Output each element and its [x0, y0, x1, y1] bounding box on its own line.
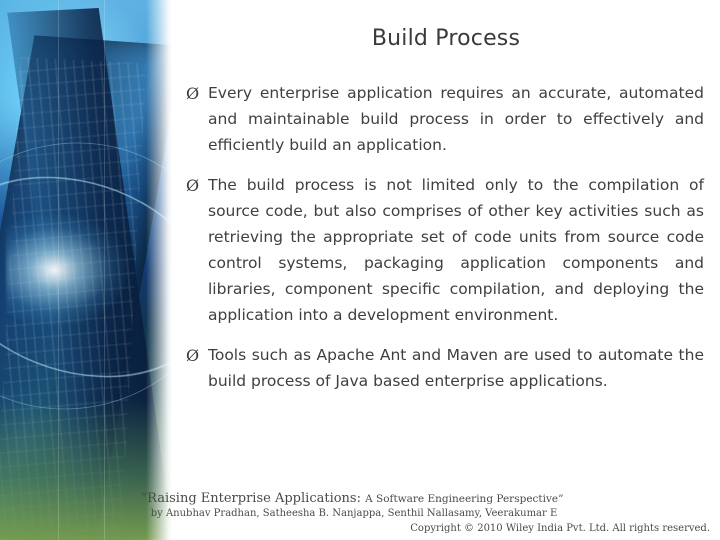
list-item-text: The build process is not limited only to…	[208, 176, 704, 324]
footer-book-title: “Raising Enterprise Applications: A Soft…	[0, 491, 714, 506]
art-vertical-line-1	[58, 0, 59, 540]
list-item-text: Every enterprise application requires an…	[208, 84, 704, 154]
art-right-fade	[146, 0, 172, 540]
page-title: Build Process	[371, 26, 521, 51]
list-item: Ø Every enterprise application requires …	[186, 80, 704, 158]
list-item: Ø Tools such as Apache Ant and Maven are…	[186, 342, 704, 394]
bullet-list: Ø Every enterprise application requires …	[186, 80, 704, 408]
bullet-marker-icon: Ø	[186, 84, 200, 103]
slide-footer: “Raising Enterprise Applications: A Soft…	[0, 491, 720, 536]
slide: Build Process Ø Every enterprise applica…	[0, 0, 720, 540]
footer-book-title-main: “Raising Enterprise Applications:	[140, 491, 361, 506]
art-light-glow	[6, 215, 126, 325]
footer-book-title-sub: A Software Engineering Perspective”	[365, 493, 564, 505]
decorative-building-image	[0, 0, 172, 540]
bullet-marker-icon: Ø	[186, 346, 200, 365]
art-vertical-line-2	[104, 0, 105, 540]
list-item: Ø The build process is not limited only …	[186, 172, 704, 328]
footer-copyright: Copyright © 2010 Wiley India Pvt. Ltd. A…	[410, 523, 710, 534]
slide-content: Build Process Ø Every enterprise applica…	[172, 0, 720, 540]
list-item-text: Tools such as Apache Ant and Maven are u…	[208, 346, 704, 390]
footer-authors: by Anubhav Pradhan, Satheesha B. Nanjapp…	[150, 508, 558, 519]
bullet-marker-icon: Ø	[186, 176, 200, 195]
